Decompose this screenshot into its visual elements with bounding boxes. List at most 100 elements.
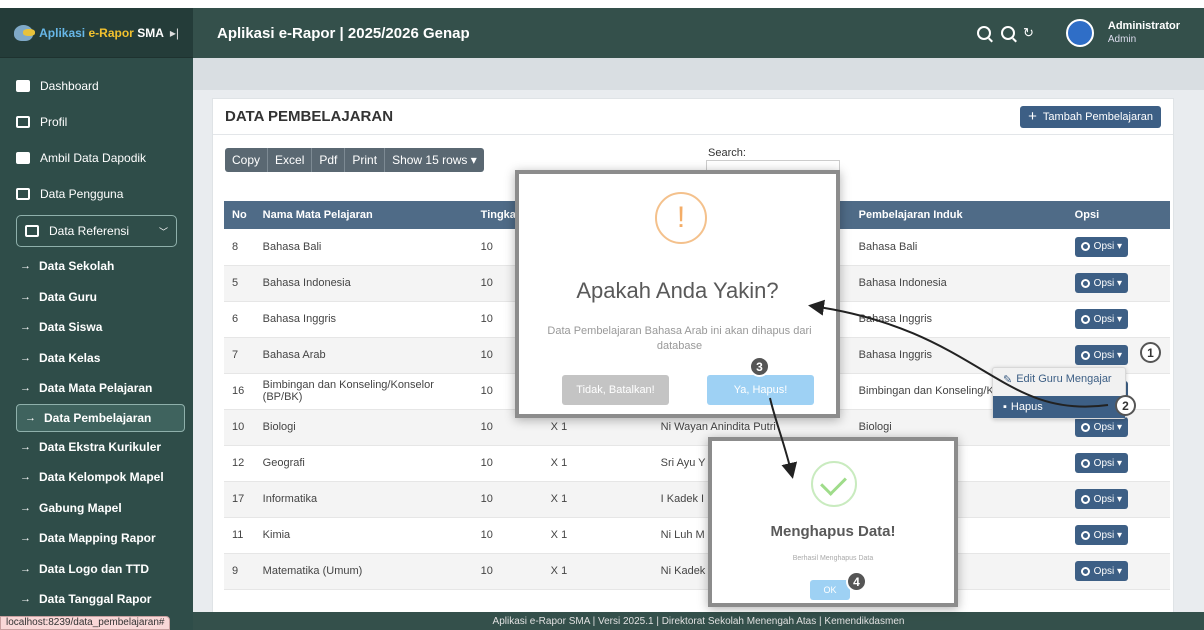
opsi-button[interactable]: Opsi ▾: [1074, 345, 1129, 365]
cell-kelas: X 1: [542, 517, 653, 554]
database-icon: [16, 152, 30, 164]
arrow-right-icon: →: [20, 471, 31, 484]
content-subbar: [193, 58, 1204, 90]
sidebar-sub-gabung-mapel[interactable]: → Gabung Mapel: [0, 493, 193, 524]
confirm-text: Data Pembelajaran Bahasa Arab ini akan d…: [547, 325, 812, 352]
page-title: Aplikasi e-Rapor | 2025/2026 Genap: [217, 24, 470, 42]
cell-opsi: Opsi ▾: [1066, 481, 1170, 518]
gear-icon: [1080, 458, 1090, 468]
sidebar-sub-data-siswa[interactable]: → Data Siswa: [0, 312, 193, 343]
cell-opsi: Opsi ▾: [1066, 229, 1170, 266]
opsi-button[interactable]: Opsi ▾: [1074, 525, 1129, 545]
gear-icon: [1080, 422, 1090, 432]
gear-icon: [1080, 350, 1090, 360]
user-menu[interactable]: Administrator Admin: [1108, 20, 1180, 46]
opsi-button[interactable]: Opsi ▾: [1074, 561, 1129, 581]
plus-icon: +: [1028, 108, 1037, 125]
step-marker-1: 1: [1140, 342, 1161, 363]
cell-no: 17: [224, 481, 255, 518]
sidebar-sub-data-kelompok-mapel[interactable]: → Data Kelompok Mapel: [0, 462, 193, 493]
cell-tingkat: 10: [472, 517, 543, 554]
collapse-sidebar-icon[interactable]: ▸|: [170, 26, 179, 40]
zoom-out-icon[interactable]: [1000, 26, 1015, 40]
hapus-item[interactable]: ▪ Hapus: [993, 396, 1125, 418]
zoom-in-icon[interactable]: [976, 26, 991, 40]
success-check-icon: [811, 461, 857, 507]
sidebar-item-data-pengguna[interactable]: Data Pengguna: [0, 176, 193, 212]
logo-icon: [14, 24, 36, 41]
cell-kelas: X 1: [542, 445, 653, 482]
arrow-right-icon: →: [20, 593, 31, 606]
print-button[interactable]: Print: [345, 148, 386, 172]
excel-button[interactable]: Excel: [268, 148, 313, 172]
add-pembelajaran-button[interactable]: + Tambah Pembelajaran: [1020, 105, 1161, 128]
sidebar-sub-data-ekstra-kurikuler[interactable]: → Data Ekstra Kurikuler: [0, 432, 193, 463]
sidebar: Aplikasi e-Rapor SMA ▸| Dashboard Profil…: [0, 8, 193, 630]
sidebar-sub-data-sekolah[interactable]: → Data Sekolah: [0, 251, 193, 282]
header-tools: ↻ Administrator Admin: [976, 19, 1180, 47]
cell-nama: Geografi: [254, 445, 473, 482]
profile-icon: [16, 116, 30, 128]
sidebar-sub-data-mata-pelajaran[interactable]: → Data Mata Pelajaran: [0, 373, 193, 404]
opsi-button[interactable]: Opsi ▾: [1074, 453, 1129, 473]
cell-induk: Bahasa Bali: [850, 229, 1067, 266]
gear-icon: [1080, 530, 1090, 540]
sidebar-group-data-referensi[interactable]: Data Referensi ﹀: [16, 215, 177, 247]
cell-kelas: X 1: [542, 481, 653, 518]
col-nama[interactable]: Nama Mata Pelajaran: [254, 201, 473, 229]
table-row: 11 Kimia 10 X 1 Ni Luh M Sari Opsi ▾: [224, 517, 1170, 554]
step-marker-3: 3: [749, 356, 770, 377]
avatar[interactable]: [1065, 19, 1094, 47]
sidebar-sub-data-tanggal-rapor[interactable]: → Data Tanggal Rapor: [0, 584, 193, 615]
sidebar-item-ambil-data-dapodik[interactable]: Ambil Data Dapodik: [0, 140, 193, 176]
table-row: 9 Matematika (Umum) 10 X 1 Ni Kadek Opsi ▾: [224, 553, 1170, 590]
arrow-right-icon: →: [20, 260, 31, 273]
confirm-delete-button[interactable]: Ya, Hapus!: [707, 375, 814, 405]
opsi-button[interactable]: Opsi ▾: [1074, 236, 1129, 257]
top-header: Aplikasi e-Rapor | 2025/2026 Genap ↻ Adm…: [193, 8, 1204, 58]
cell-no: 11: [224, 517, 255, 554]
sidebar-sub-data-logo-dan-ttd[interactable]: → Data Logo dan TTD: [0, 554, 193, 585]
card-header: DATA PEMBELAJARAN + Tambah Pembelajaran: [213, 99, 1173, 135]
brand-title: Aplikasi e-Rapor SMA: [39, 25, 164, 40]
reset-zoom-icon[interactable]: ↻: [1023, 25, 1034, 41]
opsi-dropdown-menu: ✎ Edit Guru Mengajar ▪ Hapus: [992, 367, 1126, 419]
sidebar-item-dashboard[interactable]: Dashboard: [0, 68, 193, 104]
opsi-button[interactable]: Opsi ▾: [1074, 417, 1129, 437]
pdf-button[interactable]: Pdf: [312, 148, 346, 172]
brand[interactable]: Aplikasi e-Rapor SMA ▸|: [0, 8, 193, 58]
confirm-delete-modal: ! Apakah Anda Yakin? Data Pembelajaran B…: [515, 170, 840, 418]
edit-icon: ✎: [1003, 373, 1013, 386]
cell-nama: Bahasa Bali: [254, 229, 473, 266]
opsi-button[interactable]: Opsi ▾: [1074, 489, 1129, 509]
gear-icon: [1080, 278, 1090, 288]
col-no[interactable]: No: [224, 201, 255, 229]
cell-opsi: Opsi ▾: [1066, 445, 1170, 482]
cell-opsi: Opsi ▾: [1066, 553, 1170, 590]
arrow-right-icon: →: [20, 351, 31, 364]
warning-icon: !: [655, 192, 707, 244]
cell-no: 9: [224, 553, 255, 590]
cancel-button[interactable]: Tidak, Batalkan!: [562, 375, 669, 405]
success-text: Berhasil Menghapus Data: [792, 555, 874, 562]
trash-icon: ▪: [1003, 401, 1007, 413]
sidebar-sub-data-kelas[interactable]: → Data Kelas: [0, 343, 193, 374]
edit-guru-mengajar-item[interactable]: ✎ Edit Guru Mengajar: [993, 368, 1125, 390]
cell-nama: Bimbingan dan Konseling/Konselor (BP/BK): [254, 373, 473, 410]
sidebar-sub-data-pembelajaran[interactable]: → Data Pembelajaran: [16, 403, 185, 432]
copy-button[interactable]: Copy: [225, 148, 269, 172]
sidebar-sub-data-guru[interactable]: → Data Guru: [0, 282, 193, 313]
sidebar-item-profil[interactable]: Profil: [0, 104, 193, 140]
dashboard-icon: [16, 80, 30, 92]
cell-tingkat: 10: [472, 445, 543, 482]
col-induk[interactable]: Pembelajaran Induk: [850, 201, 1067, 229]
sidebar-sub-data-mapping-rapor[interactable]: → Data Mapping Rapor: [0, 523, 193, 554]
col-opsi: Opsi: [1066, 201, 1170, 229]
cell-nama: Matematika (Umum): [254, 553, 473, 590]
arrow-right-icon: →: [20, 290, 31, 303]
opsi-button[interactable]: Opsi ▾: [1074, 273, 1129, 293]
opsi-button[interactable]: Opsi ▾: [1074, 309, 1129, 329]
cell-no: 6: [224, 301, 255, 338]
show-rows-select[interactable]: Show 15 rows ▾: [385, 148, 484, 172]
success-ok-button[interactable]: OK: [810, 580, 850, 600]
